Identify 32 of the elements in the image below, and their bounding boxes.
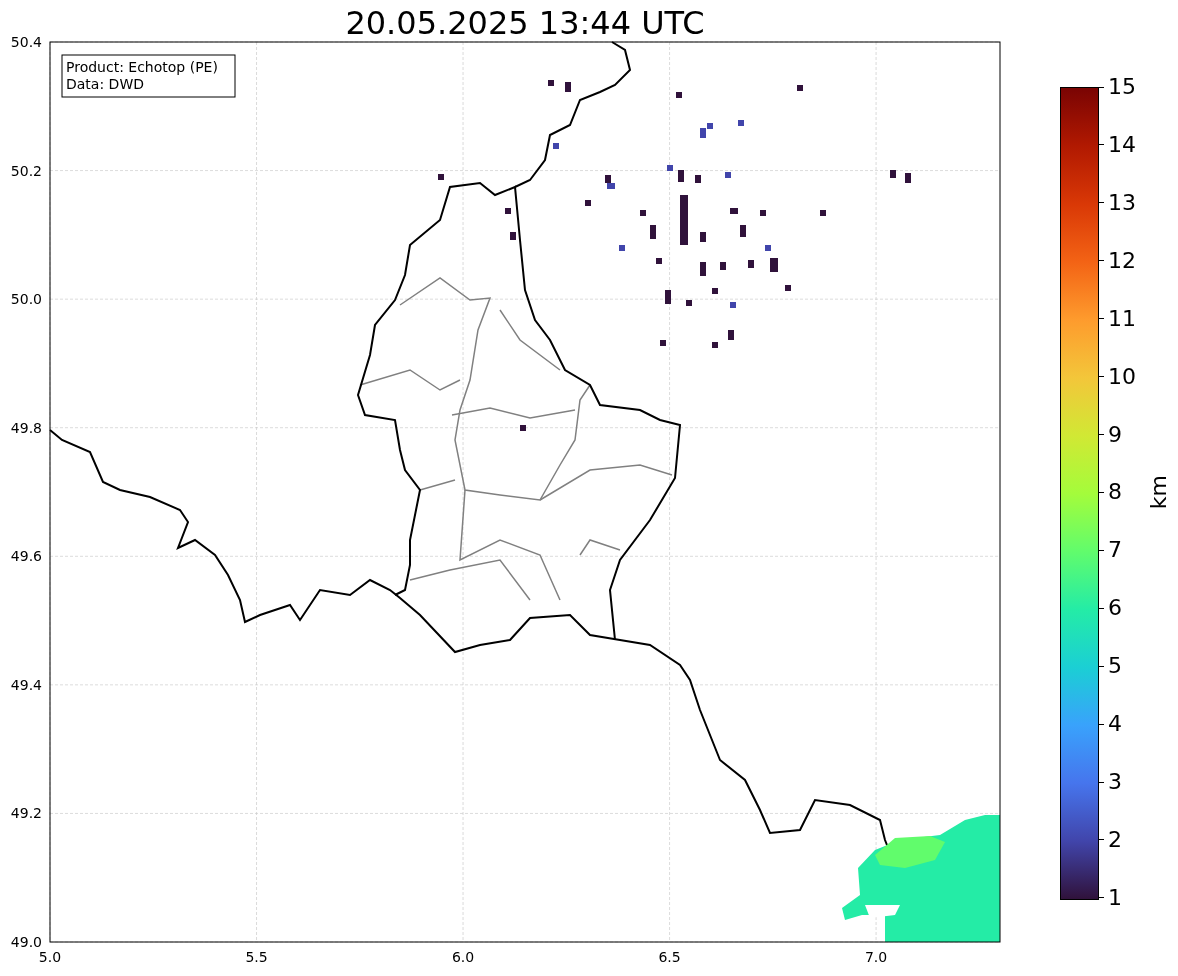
y-tick-label: 49.8: [10, 419, 42, 436]
y-tick-label: 49.0: [10, 934, 42, 950]
legend-text: Data: DWD: [66, 76, 144, 92]
y-tick-label: 49.2: [10, 805, 42, 822]
colorbar-tick-label: 6: [1108, 595, 1122, 622]
colorbar-tick-label: 10: [1108, 363, 1136, 390]
colorbar-tick-label: 9: [1108, 421, 1122, 448]
colorbar-tick-label: 3: [1108, 769, 1122, 796]
colorbar-tick-label: 1: [1108, 884, 1122, 911]
colorbar-tick-label: 5: [1108, 653, 1122, 680]
colorbar-tick-label: 13: [1108, 189, 1136, 216]
colorbar-label: km: [1146, 475, 1171, 510]
y-tick-label: 50.2: [10, 162, 42, 179]
x-tick-label: 6.0: [451, 949, 475, 965]
colorbar-tick-label: 4: [1108, 711, 1122, 738]
y-tick-label: 50.4: [10, 34, 42, 50]
x-tick-label: 6.5: [658, 949, 681, 965]
colorbar-tick-label: 2: [1108, 827, 1122, 853]
y-tick-label: 49.6: [10, 548, 42, 565]
x-tick-label: 5.5: [245, 949, 268, 965]
colorbar-tick-label: 8: [1108, 479, 1122, 506]
legend-text: Product: Echotop (PE): [66, 59, 218, 75]
y-tick-label: 49.4: [10, 676, 42, 693]
colorbar-tick-label: 12: [1108, 247, 1136, 274]
colorbar-tick-label: 14: [1108, 131, 1136, 158]
colorbar-tick-label: 7: [1108, 537, 1122, 564]
x-tick-label: 7.0: [864, 949, 888, 965]
y-tick-label: 50.0: [10, 291, 42, 308]
colorbar-tick-label: 15: [1108, 74, 1136, 100]
x-tick-label: 5.0: [38, 949, 62, 965]
plot-title: 20.05.2025 13:44 UTC: [345, 4, 705, 42]
colorbar-tick-label: 11: [1108, 305, 1136, 332]
